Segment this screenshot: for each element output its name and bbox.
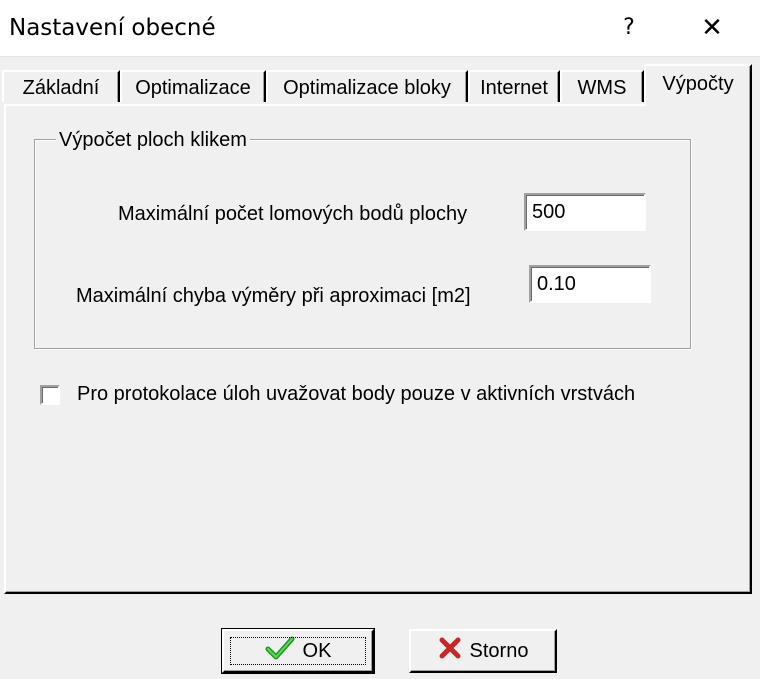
x-icon bbox=[438, 636, 462, 666]
tab-internet[interactable]: Internet bbox=[468, 70, 560, 102]
ok-button[interactable]: OK bbox=[221, 628, 375, 674]
max-points-input[interactable] bbox=[524, 193, 646, 231]
area-calc-groupbox bbox=[34, 139, 691, 349]
tab-label: Výpočty bbox=[662, 73, 734, 95]
tab-optimalizace-bloky[interactable]: Optimalizace bloky bbox=[266, 70, 468, 102]
help-button[interactable]: ? bbox=[608, 12, 650, 44]
active-layers-checkbox-label[interactable]: Pro protokolace úloh uvažovat body pouze… bbox=[77, 382, 635, 406]
window-title: Nastavení obecné bbox=[9, 15, 216, 41]
tab-label: Základní bbox=[22, 77, 100, 99]
groupbox-legend: Výpočet ploch klikem bbox=[56, 128, 250, 152]
title-bar: Nastavení obecné ? ✕ bbox=[0, 0, 760, 57]
cancel-label: Storno bbox=[469, 639, 529, 662]
tab-optimalizace[interactable]: Optimalizace bbox=[120, 70, 266, 102]
max-area-error-label: Maximální chyba výměry při aproximaci [m… bbox=[76, 285, 471, 307]
tab-strip: Základní Optimalizace Optimalizace bloky… bbox=[0, 62, 760, 106]
focus-rect bbox=[230, 637, 366, 665]
tab-vypocty[interactable]: Výpočty bbox=[644, 64, 752, 106]
tab-wms[interactable]: WMS bbox=[560, 70, 644, 102]
max-area-error-input[interactable] bbox=[529, 265, 651, 303]
tab-label: WMS bbox=[577, 77, 627, 99]
active-layers-checkbox[interactable] bbox=[40, 385, 60, 405]
max-points-label: Maximální počet lomových bodů plochy bbox=[118, 203, 468, 225]
cancel-button[interactable]: Storno bbox=[409, 629, 557, 673]
close-button[interactable]: ✕ bbox=[682, 12, 742, 44]
tab-label: Internet bbox=[480, 77, 548, 99]
tab-label: Optimalizace bloky bbox=[283, 77, 451, 99]
tab-zakladni[interactable]: Základní bbox=[2, 70, 120, 102]
tab-label: Optimalizace bbox=[135, 77, 251, 99]
